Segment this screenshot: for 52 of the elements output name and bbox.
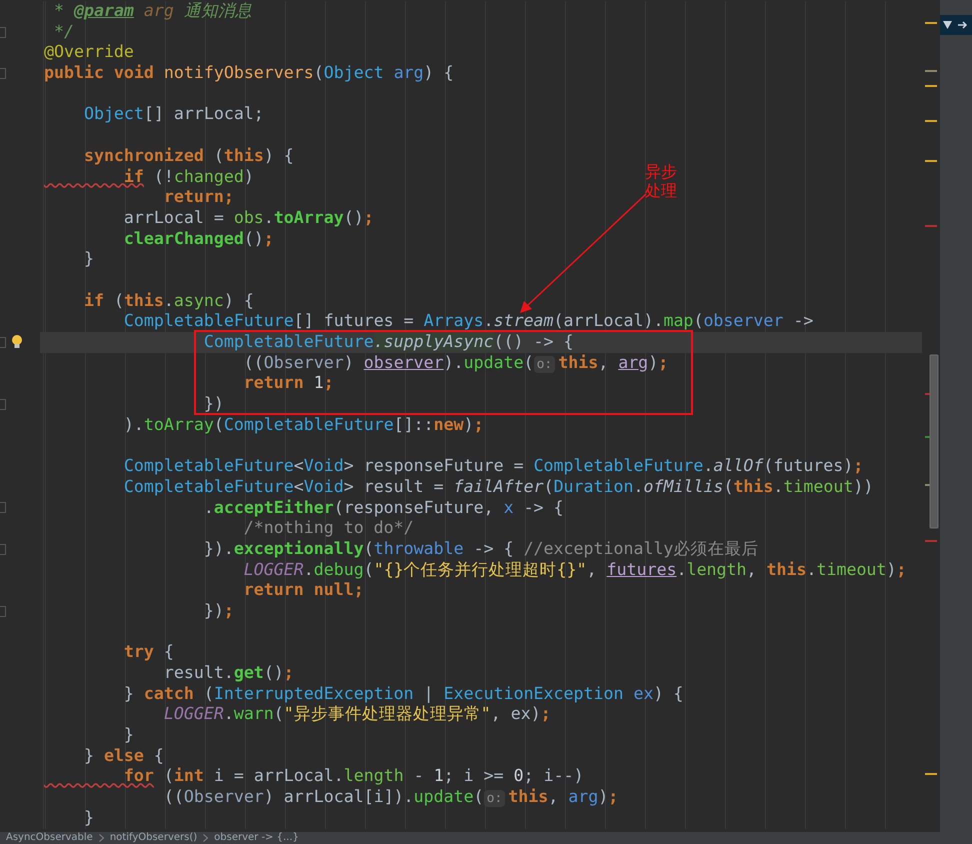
code-line: for (int i = arrLocal.length - 1; i >= 0; i--) [122,766,584,786]
arrow-right-icon[interactable] [958,20,968,30]
annotation-label: 异步 处理 [645,162,677,200]
fold-marker-icon[interactable] [0,606,6,617]
code-line: try { [122,642,174,662]
code-line: return 1; [242,373,334,392]
code-line: if (this.async) { [82,290,254,310]
code-line: Object[] arrLocal; [82,104,264,124]
code-line: CompletableFuture[] futures = Arrays.stream(arrLocal).map(observer -> [122,311,814,330]
code-line: arrLocal = obs.toArray(); [122,208,374,227]
code-line: synchronized (this) { [82,146,294,165]
code-line: } else { [82,746,164,765]
fold-marker-icon[interactable] [0,336,6,348]
lightbulb-icon[interactable] [11,334,23,350]
fold-marker-icon[interactable] [0,502,6,514]
code-line: * @param arg 通知消息 [52,1,252,20]
code-line: return null; [242,580,364,600]
code-line: CompletableFuture.supplyAsync(() -> { [202,332,574,351]
fold-marker-icon[interactable] [0,544,6,555]
code-line: LOGGER.debug("{}个任务并行处理超时{}", futures.length, this.timeout); [242,560,906,579]
code-line: } [82,249,94,268]
code-line: return; [162,187,234,206]
code-line: CompletableFuture<Void> result = failAfter(Duration.ofMillis(this.timeout)) [122,476,874,496]
code-line: .acceptEither(responseFuture, x -> { [202,498,564,516]
code-line: ((Observer) observer).update( o: this, arg); [242,352,668,372]
code-line: if (!changed) [122,166,254,186]
chevron-icon [98,834,104,842]
breadcrumb-item[interactable]: AsyncObservable [6,832,93,844]
code-line: ((Observer) arrLocal[i]).update( o: this, arg); [162,787,618,806]
fold-marker-icon[interactable] [0,26,6,38]
code-line: } [82,808,94,827]
breadcrumb-item[interactable]: notifyObservers() [110,832,198,844]
triangle-down-icon[interactable] [943,21,952,29]
code-line: clearChanged(); [122,228,274,248]
code-line: */ [52,22,74,41]
code-line: } catch (InterruptedException | ExecutionException ex) { [122,684,684,703]
code-line: CompletableFuture<Void> responseFuture = CompletableFuture.allOf(futures); [122,456,864,476]
code-line: /*nothing to do*/ [242,518,414,538]
chevron-icon [203,834,208,842]
breadcrumb-item[interactable]: observer -> {...} [214,832,299,844]
code-line: @Override [44,42,134,62]
code-line: public void notifyObservers(Object arg) { [44,63,454,82]
code-line: ).toArray(CompletableFuture[]::new); [122,414,484,434]
code-line: result.get(); [162,663,294,682]
code-line: }) [202,394,224,414]
code-line: LOGGER.warn("异步事件处理器处理异常", ex); [162,704,551,724]
code-line: } [122,725,134,744]
fold-marker-icon[interactable] [0,398,6,410]
code-line: }); [202,600,234,620]
scrollbar-thumb[interactable] [930,354,938,528]
code-line: }).exceptionally(throwable -> { //exceptionally必须在最后 [202,538,758,558]
fold-marker-icon[interactable] [0,68,6,79]
